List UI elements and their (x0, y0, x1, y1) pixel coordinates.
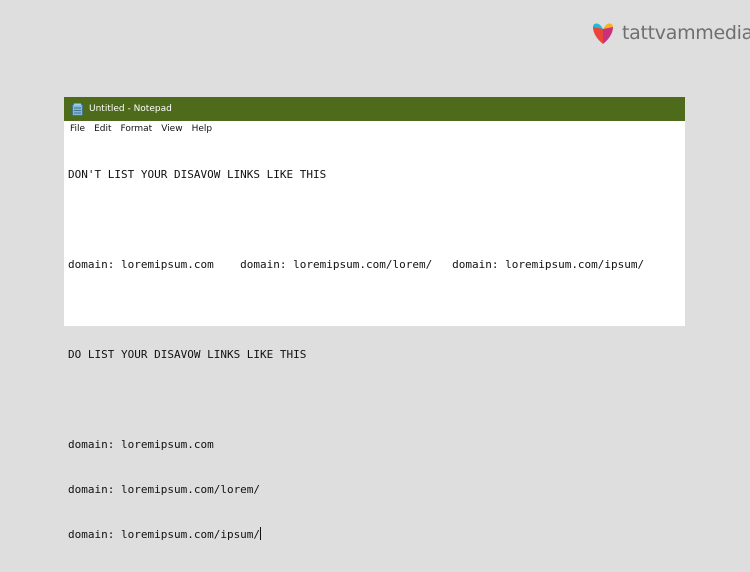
menu-bar: File Edit Format View Help (64, 121, 685, 137)
editor-line-text: domain: loremipsum.com/ipsum/ (68, 528, 261, 541)
title-bar[interactable]: Untitled - Notepad (64, 97, 685, 121)
editor-line: DON'T LIST YOUR DISAVOW LINKS LIKE THIS (68, 168, 327, 181)
menu-edit[interactable]: Edit (94, 124, 111, 134)
menu-help[interactable]: Help (192, 124, 213, 134)
brand-logo: tattvammedia (590, 18, 750, 48)
editor-line: domain: loremipsum.com domain: loremipsu… (68, 258, 645, 271)
menu-format[interactable]: Format (121, 124, 153, 134)
editor-line: domain: loremipsum.com/lorem/ (68, 483, 261, 496)
menu-view[interactable]: View (161, 124, 182, 134)
heart-bird-logo-icon (593, 23, 613, 44)
editor-line: DO LIST YOUR DISAVOW LINKS LIKE THIS (68, 348, 307, 361)
editor-line-last: domain: loremipsum.com/ipsum/ (68, 527, 685, 542)
brand-wordmark: tattvammedia (622, 21, 750, 44)
notepad-window: Untitled - Notepad File Edit Format View… (64, 97, 685, 541)
window-title: Untitled - Notepad (89, 103, 172, 114)
menu-file[interactable]: File (70, 124, 85, 134)
text-editor[interactable]: DON'T LIST YOUR DISAVOW LINKS LIKE THIS … (64, 137, 685, 541)
text-caret (260, 527, 262, 540)
notepad-icon (72, 103, 83, 116)
